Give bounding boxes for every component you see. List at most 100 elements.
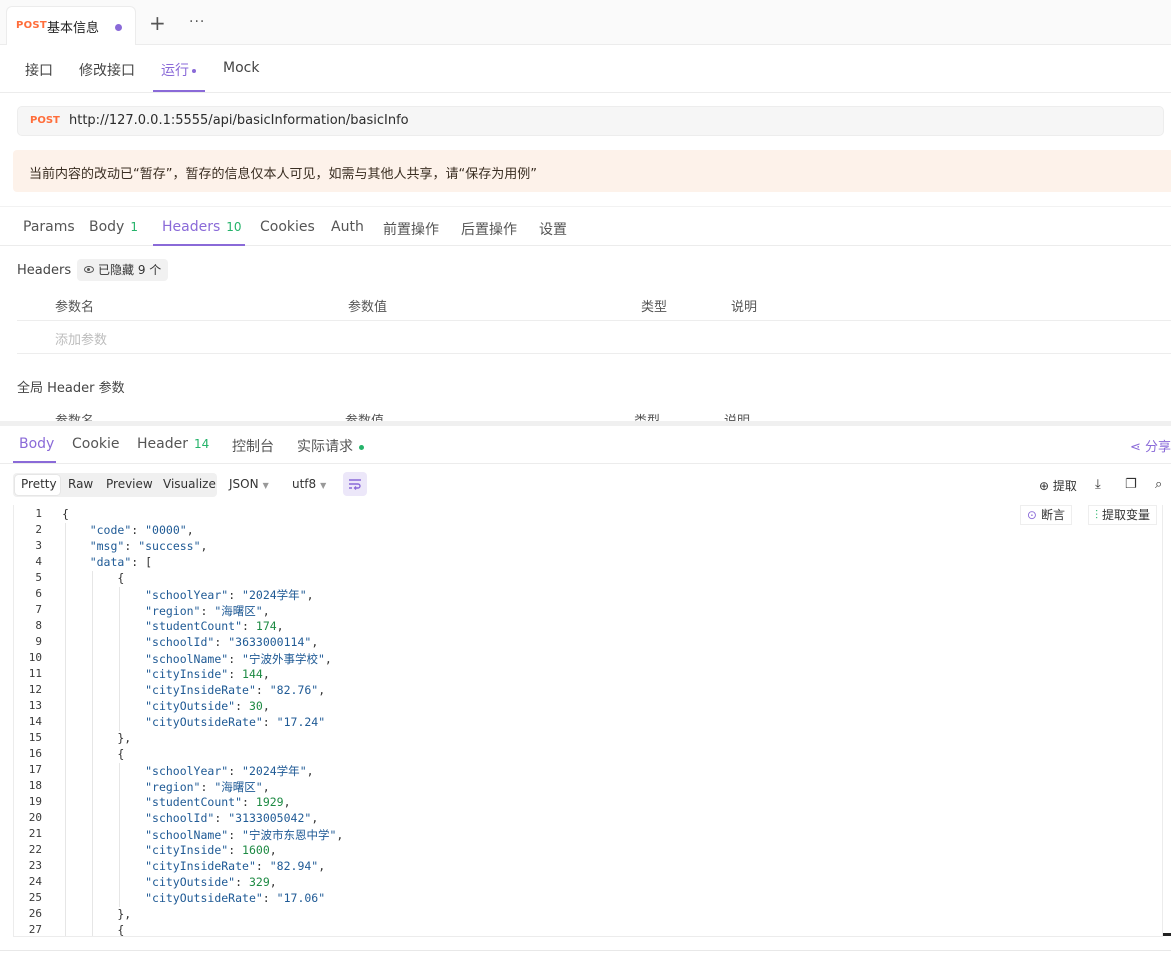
subnav-edit-api[interactable]: 修改接口 — [79, 60, 135, 80]
code-line: "code": "0000", — [89, 523, 194, 537]
line-number: 4 — [35, 555, 42, 568]
add-param-input[interactable]: 添加参数 — [55, 329, 107, 348]
code-line: { — [62, 747, 125, 761]
more-dots-icon[interactable]: ··· — [189, 12, 205, 32]
code-line: "schoolId": "3633000114", — [145, 635, 319, 649]
line-number: 13 — [28, 699, 42, 712]
subnav-mock[interactable]: Mock — [223, 60, 259, 76]
code-line: "schoolName": "宁波市东恩中学", — [145, 828, 344, 842]
language-select[interactable]: JSON ▼ — [229, 477, 269, 491]
tab-title: 基本信息 — [47, 21, 100, 36]
new-tab-plus-icon[interactable]: + — [149, 13, 166, 33]
json-value: 17.06 — [283, 891, 319, 905]
divider — [17, 320, 1171, 321]
draft-notice: 当前内容的改动已“暂存”，暂存的信息仅本人可见，如需与其他人共享，请“保存为用例… — [13, 150, 1171, 192]
tab-body-count: 1 — [130, 220, 138, 234]
code-line: "cityOutsideRate": "17.06" — [145, 891, 326, 905]
line-number: 20 — [28, 811, 42, 824]
code-line: "cityInsideRate": "82.94", — [145, 859, 326, 873]
resp-tab-actual-request[interactable]: 实际请求 — [297, 436, 364, 456]
run-dot-icon — [192, 69, 196, 73]
resp-tab-body[interactable]: Body — [19, 436, 54, 452]
url-input[interactable]: http://127.0.0.1:5555/api/basicInformati… — [69, 113, 409, 128]
resp-tab-header[interactable]: Header 14 — [137, 436, 209, 452]
line-number: 26 — [28, 907, 42, 920]
tab-params[interactable]: Params — [23, 219, 75, 235]
view-mode-segment: Pretty Raw Preview Visualize — [13, 473, 217, 497]
line-number: 17 — [28, 763, 42, 776]
tab-post-ops[interactable]: 后置操作 — [461, 219, 517, 239]
line-number: 27 — [28, 923, 42, 936]
json-value: 宁波市东恩中学 — [248, 828, 330, 842]
tab-pre-ops[interactable]: 前置操作 — [383, 219, 439, 239]
code-line: "schoolYear": "2024学年", — [145, 588, 314, 602]
resp-tab-cookie[interactable]: Cookie — [72, 436, 120, 452]
encoding-select[interactable]: utf8 ▼ — [292, 477, 326, 491]
line-number: 23 — [28, 859, 42, 872]
draft-notice-text: 当前内容的改动已“暂存”，暂存的信息仅本人可见，如需与其他人共享，请“保存为用例… — [29, 167, 537, 182]
extract-label: 提取 — [1052, 479, 1077, 493]
response-body-viewer[interactable]: 1 2 3 4 5 6 7 8 9 10 11 12 13 14 15 16 1… — [13, 505, 1163, 937]
json-value: 329 — [248, 875, 270, 889]
json-value: 2024学年 — [248, 764, 300, 778]
search-icon[interactable]: ⌕ — [1155, 477, 1162, 492]
chevron-down-icon: ▼ — [262, 481, 269, 490]
code-line: "cityInsideRate": "82.76", — [145, 683, 326, 697]
tab-auth[interactable]: Auth — [331, 219, 364, 235]
json-value: 海曙区 — [221, 780, 256, 794]
line-number: 21 — [28, 827, 42, 840]
line-number: 12 — [28, 683, 42, 696]
json-value: 17.24 — [283, 715, 319, 729]
hidden-headers-text: 已隐藏 9 个 — [98, 263, 162, 277]
document-tab[interactable]: POST 基本信息 — [6, 6, 136, 45]
json-value: 30 — [248, 699, 263, 713]
line-number: 19 — [28, 795, 42, 808]
extract-variable-button[interactable]: ⫶ 提取变量 — [1087, 505, 1157, 525]
divider — [0, 950, 1171, 951]
extract-button[interactable]: ⊕ 提取 — [1039, 477, 1077, 494]
hidden-headers-toggle[interactable]: 已隐藏 9 个 — [77, 259, 169, 281]
view-pretty[interactable]: Pretty — [21, 477, 57, 491]
msg-value: success — [145, 539, 194, 553]
tab-cookies[interactable]: Cookies — [260, 219, 315, 235]
headers-section-label: Headers — [17, 263, 72, 278]
line-number: 18 — [28, 779, 42, 792]
response-tabs: Body Cookie Header 14 控制台 实际请求 ⋖ 分享 — [0, 426, 1171, 464]
subnav-run[interactable]: 运行 — [161, 60, 196, 80]
code-line: }, — [62, 907, 132, 921]
code-line: "cityOutside": 30, — [145, 699, 270, 713]
code-line: "studentCount": 1929, — [145, 795, 291, 809]
code-line: "region": "海曙区", — [145, 780, 270, 794]
tab-body[interactable]: Body 1 — [89, 219, 138, 235]
json-value: 2024学年 — [248, 588, 300, 602]
tab-settings[interactable]: 设置 — [539, 219, 567, 239]
code-line: "schoolId": "3133005042", — [145, 811, 319, 825]
tab-headers-label: Headers — [162, 219, 221, 235]
line-number: 2 — [35, 523, 42, 536]
code-line: "data": [ — [89, 555, 153, 569]
code-line: "cityInside": 144, — [145, 667, 270, 681]
global-header-label: 全局 Header 参数 — [17, 381, 125, 396]
subnav-api[interactable]: 接口 — [25, 60, 53, 80]
share-button[interactable]: ⋖ 分享 — [1130, 436, 1171, 455]
word-wrap-button[interactable] — [343, 472, 367, 496]
code-line: "cityOutside": 329, — [145, 875, 277, 889]
copy-icon[interactable]: ❐ — [1125, 477, 1137, 492]
col-type: 类型 — [641, 300, 668, 315]
url-bar[interactable]: POST http://127.0.0.1:5555/api/basicInfo… — [17, 106, 1164, 136]
assert-button[interactable]: ⊙ 断言 — [1019, 505, 1072, 525]
tab-headers[interactable]: Headers 10 — [162, 219, 242, 235]
view-visualize[interactable]: Visualize — [163, 477, 216, 491]
scrollbar-handle[interactable] — [1163, 933, 1171, 936]
resp-tab-console[interactable]: 控制台 — [232, 436, 274, 456]
resp-tab-header-label: Header — [137, 436, 188, 452]
col-param-name: 参数名 — [55, 300, 95, 315]
tab-method-badge: POST — [16, 20, 48, 31]
download-icon[interactable]: ⤓ — [1095, 477, 1101, 492]
code-line: "msg": "success", — [89, 539, 208, 553]
url-method[interactable]: POST — [30, 115, 60, 126]
json-value: 82.94 — [276, 859, 312, 873]
view-raw[interactable]: Raw — [68, 477, 93, 491]
line-number: 6 — [35, 587, 42, 600]
view-preview[interactable]: Preview — [106, 477, 153, 491]
